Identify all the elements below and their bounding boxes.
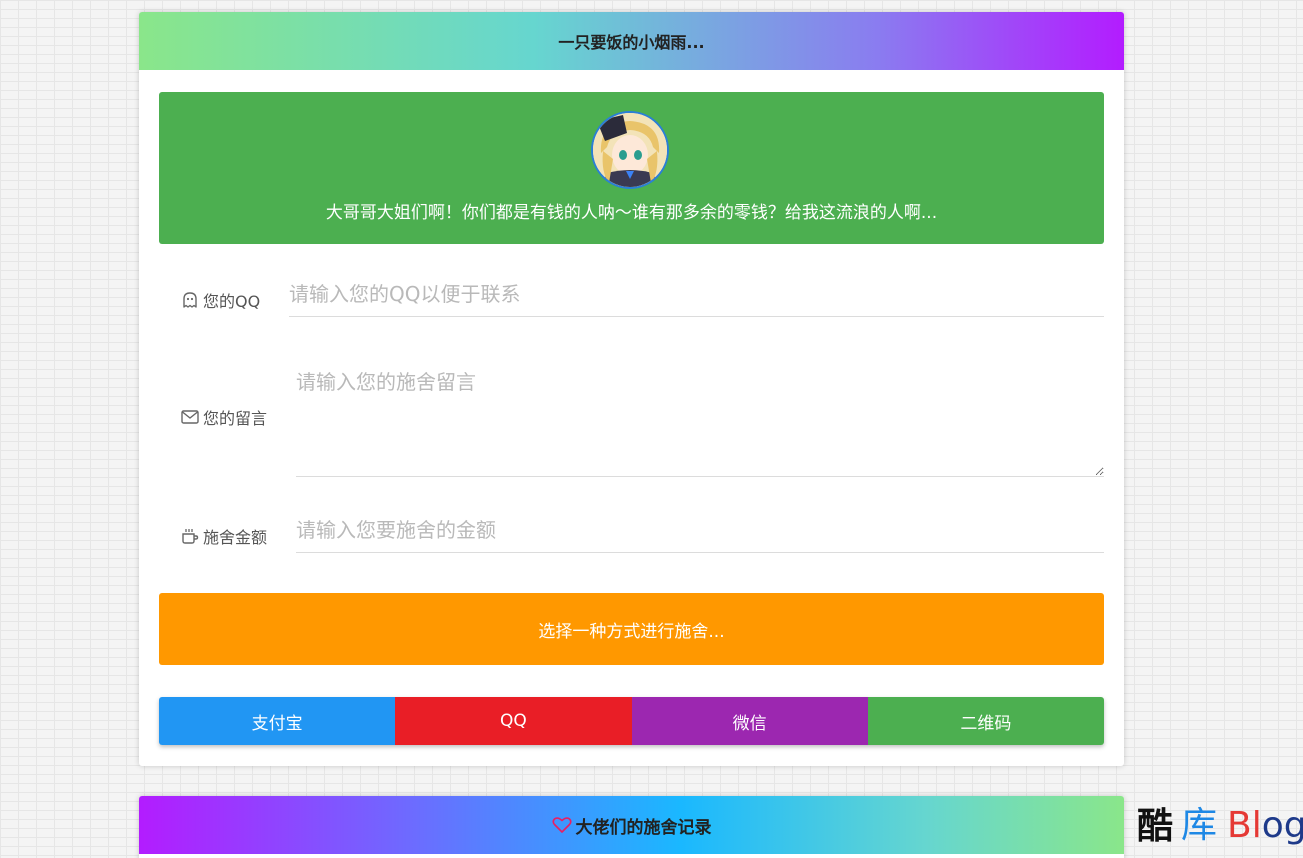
alipay-button[interactable]: 支付宝 <box>159 697 396 745</box>
banner-text: 大哥哥大姐们啊！你们都是有钱的人呐～谁有那多余的零钱？给我这流浪的人啊... <box>325 203 938 223</box>
wechat-pay-button[interactable]: 微信 <box>631 697 868 745</box>
wechat-pay-label: 微信 <box>732 713 767 734</box>
qrcode-label: 二维码 <box>960 713 1012 734</box>
ghost-icon <box>183 291 197 308</box>
envelope-icon <box>181 409 199 424</box>
watermark-part2: 库 <box>1181 805 1218 846</box>
heart-icon <box>551 817 572 833</box>
message-textarea[interactable] <box>296 356 1104 477</box>
amount-label-text: 施舍金额 <box>203 527 268 547</box>
amount-field-row: 施舍金额 <box>181 518 1104 553</box>
alipay-label: 支付宝 <box>251 713 303 734</box>
choose-payment-button[interactable]: 选择一种方式进行施舍... <box>159 593 1104 665</box>
qq-pay-label: QQ <box>499 711 527 731</box>
records-card-title: 大佬们的施舍记录 <box>575 817 712 838</box>
intro-banner: 大哥哥大姐们啊！你们都是有钱的人呐～谁有那多余的零钱？给我这流浪的人啊... <box>159 92 1104 244</box>
message-field-row: 您的留言 <box>181 356 1104 477</box>
donate-card-title: 一只要饭的小烟雨... <box>558 33 705 52</box>
watermark-part1: 酷 <box>1137 805 1174 847</box>
message-field-label: 您的留言 <box>181 405 296 429</box>
records-card: 大佬们的施舍记录 <box>139 796 1124 858</box>
amount-field-label: 施舍金额 <box>181 524 296 548</box>
qq-label-text: 您的QQ <box>203 291 261 311</box>
message-label-text: 您的留言 <box>203 408 268 428</box>
qq-input[interactable] <box>289 282 1104 317</box>
records-card-header: 大佬们的施舍记录 <box>139 796 1124 854</box>
coffee-cup-icon <box>182 528 199 544</box>
choose-payment-label: 选择一种方式进行施舍... <box>538 621 725 642</box>
qrcode-button[interactable]: 二维码 <box>867 697 1104 745</box>
qq-pay-button[interactable]: QQ <box>395 697 632 745</box>
site-watermark-logo: 酷 库 Bl og <box>1137 805 1303 847</box>
watermark-part4: og <box>1261 805 1303 846</box>
watermark-part3: Bl <box>1227 805 1262 846</box>
avatar <box>591 111 669 189</box>
qq-field-row: 您的QQ <box>181 282 1104 317</box>
donate-card-header: 一只要饭的小烟雨... <box>139 12 1124 70</box>
donate-card: 一只要饭的小烟雨... 大哥哥大姐们啊！你们都是有钱的人呐～谁有那多余的零钱？给… <box>139 12 1124 766</box>
qq-field-label: 您的QQ <box>181 288 289 312</box>
amount-input[interactable] <box>296 518 1104 553</box>
payment-method-group: 支付宝 QQ 微信 二维码 <box>159 697 1104 745</box>
